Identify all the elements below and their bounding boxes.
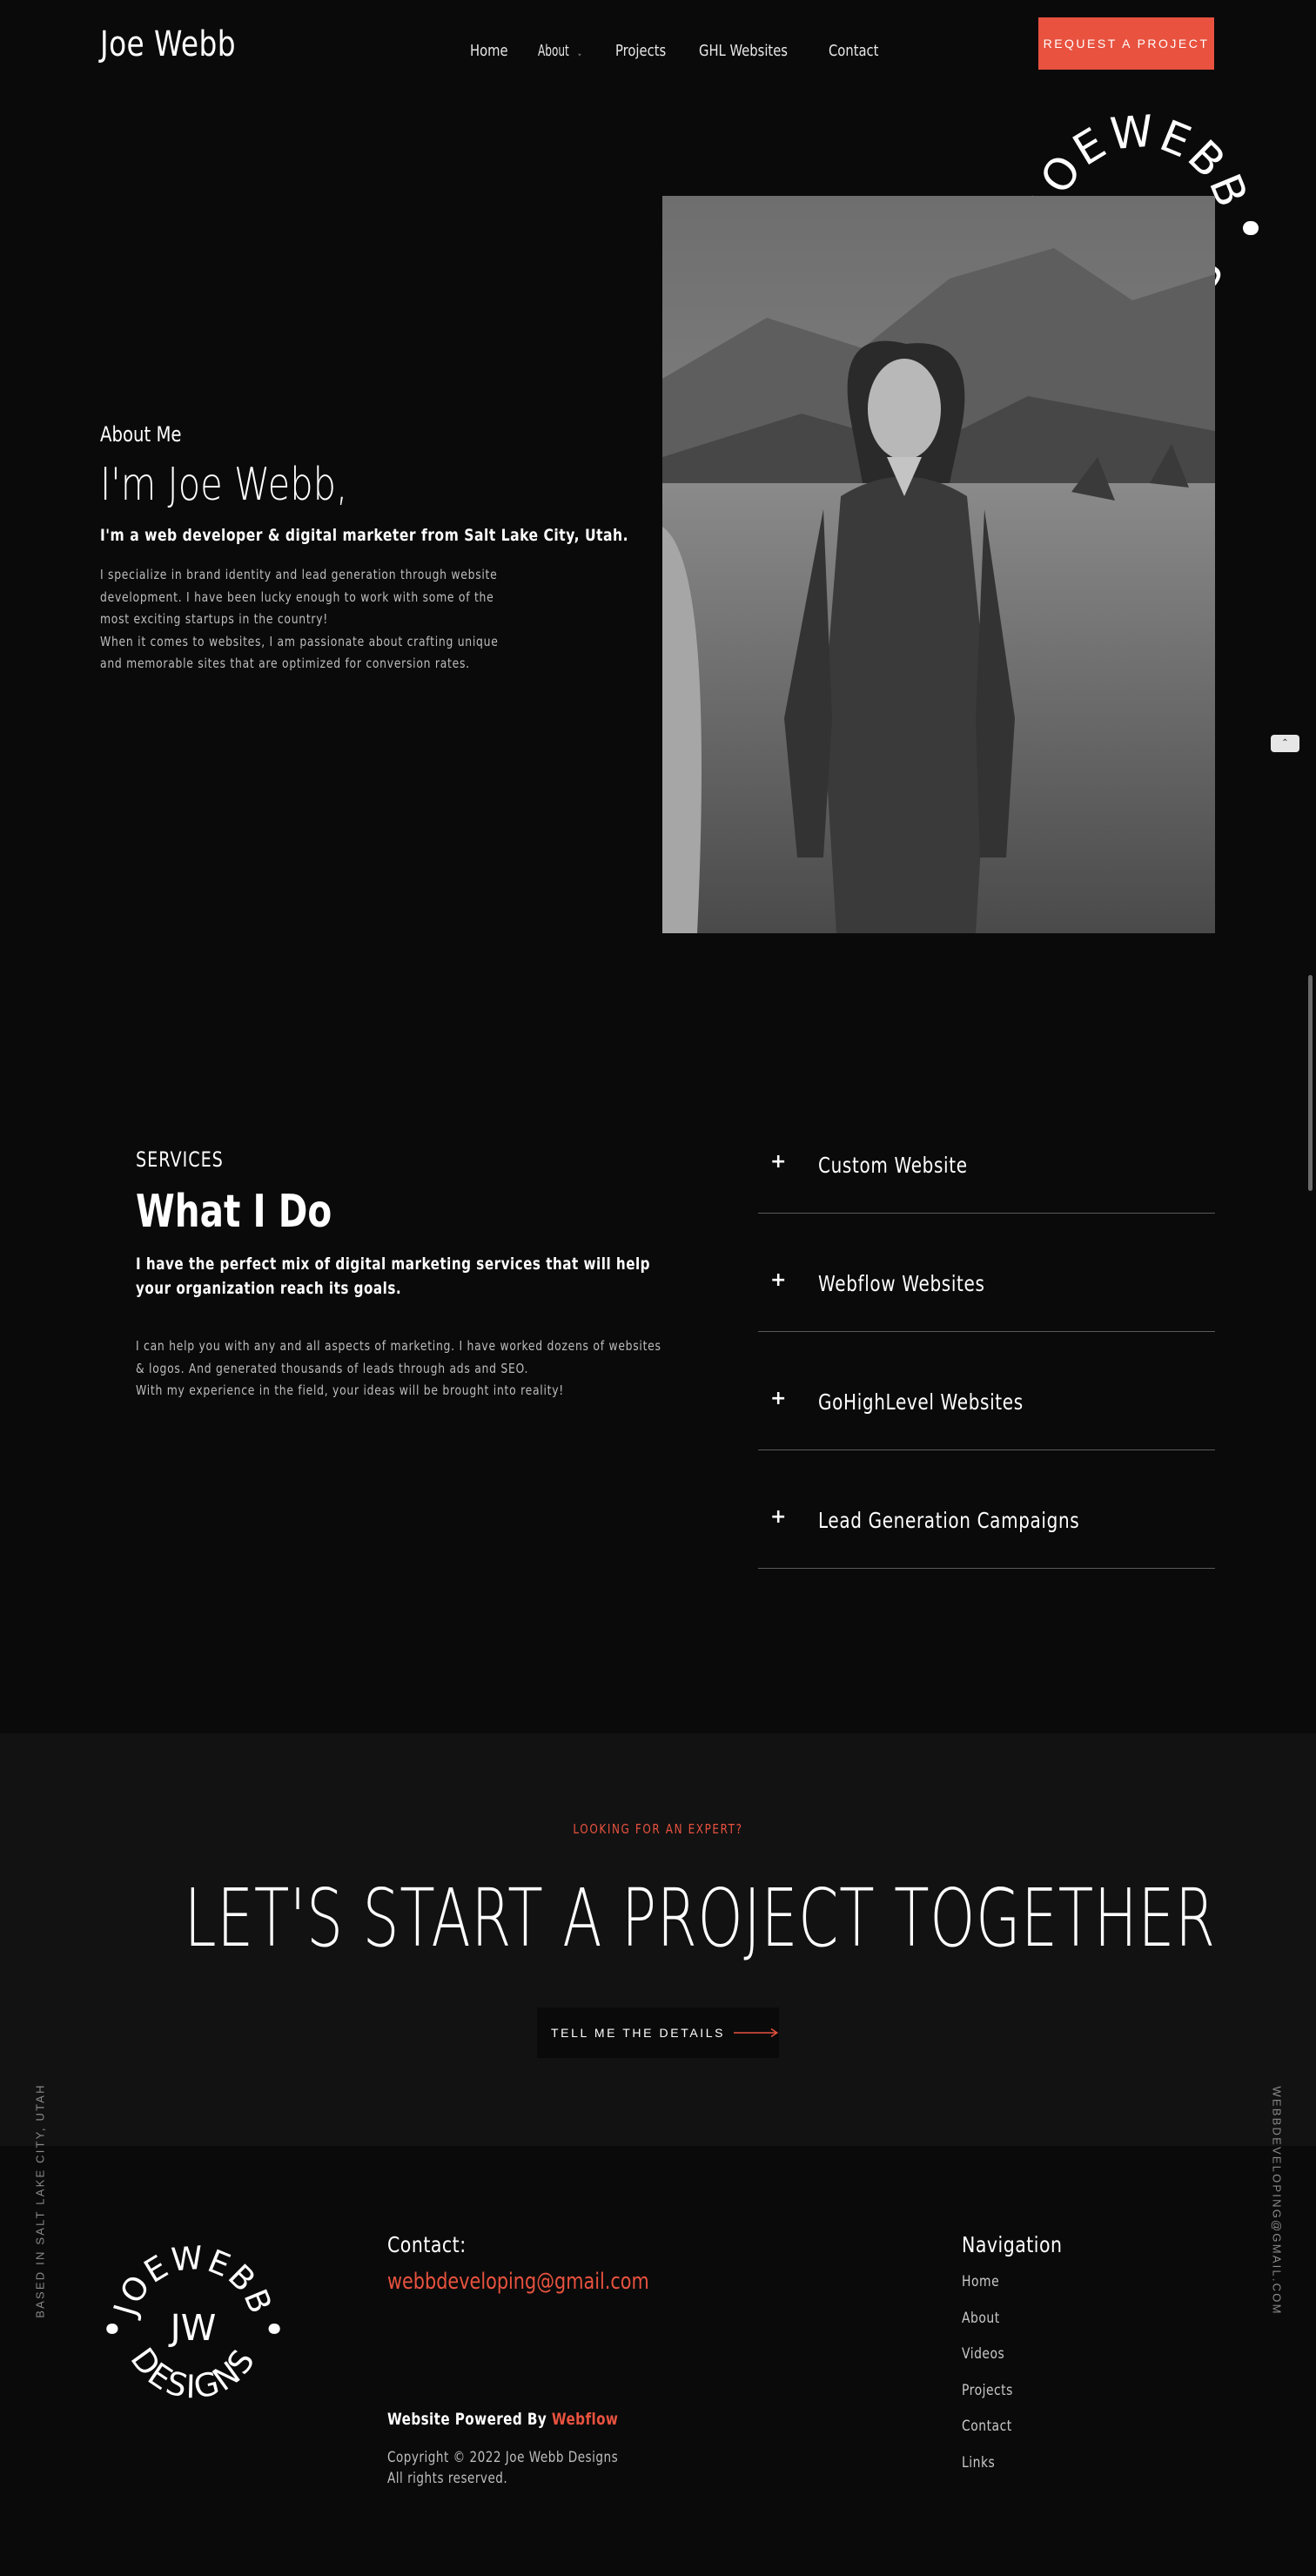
service-item-label: Custom Website <box>818 1153 968 1178</box>
footer-nav-about[interactable]: About <box>962 2310 1013 2346</box>
footer-webflow-link[interactable]: Webflow <box>552 2410 619 2429</box>
services-lead: I have the perfect mix of digital market… <box>136 1254 651 1298</box>
plus-icon: + <box>770 1269 787 1291</box>
services-body-paragraph-2: With my experience in the field, your id… <box>136 1382 564 1398</box>
about-title: I'm Joe Webb, <box>100 459 348 511</box>
footer-copyright: Copyright © 2022 Joe Webb Designs All ri… <box>387 2447 618 2489</box>
services-accordion: + Custom Website + Webflow Websites + Go… <box>758 1095 1215 1569</box>
site-brand[interactable]: Joe Webb <box>100 24 236 64</box>
portrait-photo <box>662 196 1215 933</box>
services-body-paragraph-1: I can help you with any and all aspects … <box>136 1338 661 1376</box>
nav-ghl-websites[interactable]: GHL Websites <box>699 42 788 60</box>
nav-about-label: About <box>538 42 569 60</box>
footer-powered-prefix: Website Powered By <box>387 2410 547 2429</box>
service-item-label: Lead Generation Campaigns <box>818 1508 1080 1533</box>
about-body-paragraph-2: When it comes to websites, I am passiona… <box>100 633 499 672</box>
footer-nav-videos[interactable]: Videos <box>962 2345 1013 2382</box>
footer-logo-badge: JOEWEBB DESIGNS JW <box>97 2233 289 2425</box>
footer-nav-home[interactable]: Home <box>962 2273 1013 2310</box>
email-side-text[interactable]: WEBBDEVELOPING@GMAIL.COM <box>1271 2086 1284 2315</box>
about-eyebrow: About Me <box>100 422 182 447</box>
footer-nav-heading: Navigation <box>962 2232 1063 2257</box>
footer-nav-links[interactable]: Links <box>962 2454 1013 2491</box>
tell-me-details-button[interactable]: TELL ME THE DETAILS <box>537 2008 779 2058</box>
cta-eyebrow: LOOKING FOR AN EXPERT? <box>573 1821 743 1837</box>
service-item-webflow-websites[interactable]: + Webflow Websites <box>758 1214 1215 1332</box>
arrow-right-icon <box>734 2028 779 2038</box>
plus-icon: + <box>770 1506 787 1528</box>
chevron-up-icon: ⌃ <box>1281 738 1289 748</box>
footer-copyright-line: Copyright © 2022 Joe Webb Designs <box>387 2449 619 2466</box>
scrollbar-thumb[interactable] <box>1308 975 1313 1191</box>
service-item-gohighlevel-websites[interactable]: + GoHighLevel Websites <box>758 1332 1215 1450</box>
service-item-label: GoHighLevel Websites <box>818 1389 1024 1415</box>
nav-about[interactable]: About ⌄ <box>538 42 583 60</box>
footer-logo-mark: JW <box>168 2307 217 2349</box>
footer-nav-projects[interactable]: Projects <box>962 2382 1013 2418</box>
footer-powered-by: Website Powered By Webflow <box>387 2410 618 2429</box>
footer-email-link[interactable]: webbdeveloping@gmail.com <box>387 2269 649 2295</box>
services-eyebrow: SERVICES <box>136 1147 224 1172</box>
footer-rights-line: All rights reserved. <box>387 2470 508 2487</box>
chevron-down-icon: ⌄ <box>577 49 583 58</box>
footer-logo-ring-bottom: DESIGNS <box>124 2341 264 2406</box>
plus-icon: + <box>770 1151 787 1173</box>
tell-me-details-label: TELL ME THE DETAILS <box>551 2026 726 2040</box>
services-title: What I Do <box>136 1186 332 1238</box>
services-body: I can help you with any and all aspects … <box>136 1335 665 1402</box>
nav-contact[interactable]: Contact <box>829 42 878 60</box>
nav-projects[interactable]: Projects <box>615 42 666 60</box>
main-nav: Home About ⌄ Projects GHL Websites Contac… <box>470 42 890 60</box>
footer-contact-heading: Contact: <box>387 2232 467 2257</box>
request-project-button[interactable]: REQUEST A PROJECT <box>1038 17 1214 70</box>
service-item-custom-website[interactable]: + Custom Website <box>758 1095 1215 1214</box>
plus-icon: + <box>770 1388 787 1409</box>
footer-nav-contact[interactable]: Contact <box>962 2418 1013 2454</box>
nav-home[interactable]: Home <box>470 42 508 60</box>
scroll-top-button[interactable]: ⌃ <box>1271 735 1299 752</box>
portrait-illustration <box>662 196 1215 933</box>
about-body-paragraph-1: I specialize in brand identity and lead … <box>100 567 498 627</box>
service-item-lead-generation[interactable]: + Lead Generation Campaigns <box>758 1450 1215 1569</box>
about-body: I specialize in brand identity and lead … <box>100 564 518 676</box>
about-lead: I'm a web developer & digital marketer f… <box>100 526 629 545</box>
service-item-label: Webflow Websites <box>818 1271 985 1296</box>
cta-title: LET'S START A PROJECT TOGETHER <box>184 1872 1216 1965</box>
footer-nav: Home About Videos Projects Contact Links <box>962 2273 1024 2490</box>
location-side-text: BASED IN SALT LAKE CITY, UTAH <box>33 2083 47 2318</box>
footer-logo-badge-svg: JOEWEBB DESIGNS JW <box>106 2239 280 2406</box>
